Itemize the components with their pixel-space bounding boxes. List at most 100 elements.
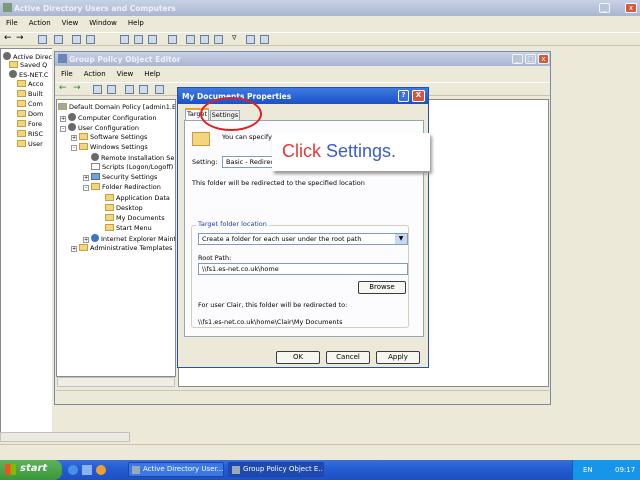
ie-icon	[91, 234, 99, 242]
gpo-tree-root[interactable]: Default Domain Policy [admin1.ES-N	[58, 103, 175, 111]
gpo-maximize-button[interactable]: □	[525, 54, 536, 64]
refresh-icon[interactable]	[139, 85, 148, 94]
gpo-menu-help[interactable]: Help	[144, 70, 160, 78]
add-to-group-icon[interactable]	[246, 35, 255, 44]
menu-window[interactable]: Window	[89, 19, 117, 27]
menu-file[interactable]: File	[6, 19, 18, 27]
gpo-close-button[interactable]: x	[538, 54, 549, 64]
help-icon[interactable]	[155, 85, 164, 94]
up-icon[interactable]	[93, 85, 102, 94]
tree-remote-installation[interactable]: Remote Installation Ser	[91, 153, 175, 162]
dialog-close-button[interactable]: X	[412, 90, 425, 102]
gpo-menu-view[interactable]: View	[117, 70, 134, 78]
folder-icon	[105, 224, 114, 231]
callout-prefix: Click	[282, 141, 321, 161]
show-tree-icon[interactable]	[107, 85, 116, 94]
gpo-menu-action[interactable]: Action	[84, 70, 106, 78]
tree-item[interactable]: Saved Q	[9, 61, 47, 69]
forward-icon[interactable]: →	[73, 83, 82, 93]
tree-item[interactable]: Fore	[17, 120, 42, 128]
tree-root[interactable]: Active Direct	[3, 52, 52, 61]
language-indicator[interactable]: EN	[583, 466, 593, 474]
gpo-tree: Default Domain Policy [admin1.ES-N + Comp…	[56, 99, 176, 377]
cancel-button[interactable]: Cancel	[326, 351, 370, 364]
menu-action[interactable]: Action	[29, 19, 51, 27]
minimize-button[interactable]: _	[599, 3, 610, 13]
dialog-help-button[interactable]: ?	[398, 90, 409, 102]
new-group-icon[interactable]	[200, 35, 209, 44]
expand-icon[interactable]: +	[71, 246, 77, 252]
folder-icon	[17, 100, 26, 107]
start-button[interactable]: start	[0, 460, 62, 480]
show-tree-icon[interactable]	[54, 35, 63, 44]
tree-start-menu[interactable]: Start Menu	[105, 224, 152, 232]
forward-icon[interactable]: →	[16, 33, 25, 43]
collapse-icon[interactable]: -	[60, 126, 66, 132]
find-icon[interactable]	[260, 35, 269, 44]
tree-administrative-templates[interactable]: + Administrative Templates	[71, 244, 172, 252]
expand-icon[interactable]: +	[83, 175, 89, 181]
dropdown-arrow-icon[interactable]: ▼	[395, 234, 407, 244]
tree-item[interactable]: Acco	[17, 80, 43, 88]
computer-icon	[68, 113, 76, 121]
refresh-icon[interactable]	[134, 35, 143, 44]
menu-view[interactable]: View	[62, 19, 79, 27]
properties-icon[interactable]	[125, 85, 134, 94]
delete-icon[interactable]	[86, 35, 95, 44]
folder-icon	[17, 130, 26, 137]
tree-security-settings[interactable]: + Security Settings	[83, 173, 157, 181]
aduc-hscrollbar[interactable]	[0, 432, 130, 442]
gpo-menu-file[interactable]: File	[61, 70, 73, 78]
folder-icon	[17, 90, 26, 97]
cut-icon[interactable]	[72, 35, 81, 44]
help-icon[interactable]	[168, 35, 177, 44]
back-icon[interactable]: ←	[4, 33, 13, 43]
app-icon	[3, 3, 12, 12]
tree-internet-explorer[interactable]: + Internet Explorer Maint	[83, 234, 175, 243]
expand-icon[interactable]: +	[71, 135, 77, 141]
quicklaunch-desktop-icon[interactable]	[82, 465, 92, 475]
tree-item[interactable]: ES-NET.C	[9, 70, 48, 79]
gpo-minimize-button[interactable]: _	[512, 54, 523, 64]
up-icon[interactable]	[38, 35, 47, 44]
menu-help[interactable]: Help	[128, 19, 144, 27]
new-user-icon[interactable]	[186, 35, 195, 44]
location-select[interactable]: Create a folder for each user under the …	[198, 233, 408, 245]
export-icon[interactable]	[148, 35, 157, 44]
expand-icon[interactable]: +	[60, 116, 66, 122]
quicklaunch-ie-icon[interactable]	[68, 465, 78, 475]
tree-item[interactable]: Built	[17, 90, 43, 98]
tree-item[interactable]: Com	[17, 100, 43, 108]
quicklaunch-media-icon[interactable]	[96, 465, 106, 475]
tree-computer-configuration[interactable]: + Computer Configuration	[60, 113, 156, 122]
gpo-tree-hscrollbar[interactable]	[57, 377, 175, 387]
root-path-input[interactable]: \\fs1.es-net.co.uk\home	[198, 263, 408, 275]
system-tray: EN 09:17	[572, 460, 640, 480]
tree-my-documents[interactable]: My Documents	[105, 214, 165, 222]
filter-icon[interactable]: ▿	[232, 33, 241, 43]
tree-application-data[interactable]: Application Data	[105, 194, 170, 202]
collapse-icon[interactable]: -	[83, 185, 89, 191]
expand-icon[interactable]: +	[83, 237, 89, 243]
properties-icon[interactable]	[120, 35, 129, 44]
tree-desktop[interactable]: Desktop	[105, 204, 143, 212]
collapse-icon[interactable]: -	[71, 145, 77, 151]
tree-software-settings[interactable]: + Software Settings	[71, 133, 147, 141]
folder-icon	[105, 204, 114, 211]
task-aduc[interactable]: Active Directory User...	[128, 462, 224, 477]
tree-windows-settings[interactable]: - Windows Settings	[71, 143, 148, 151]
ok-button[interactable]: OK	[276, 351, 320, 364]
tree-user-configuration[interactable]: - User Configuration	[60, 123, 139, 132]
back-icon[interactable]: ←	[59, 83, 68, 93]
apply-button[interactable]: Apply	[376, 351, 420, 364]
tree-item[interactable]: RISC	[17, 130, 43, 138]
tree-item[interactable]: User	[17, 140, 43, 148]
tree-scripts[interactable]: Scripts (Logon/Logoff)	[91, 163, 173, 171]
gpo-titlebar: Group Policy Object Editor	[55, 52, 550, 66]
browse-button[interactable]: Browse	[358, 281, 406, 294]
tree-item[interactable]: Dom	[17, 110, 43, 118]
new-ou-icon[interactable]	[214, 35, 223, 44]
task-gpo[interactable]: Group Policy Object E...	[228, 462, 324, 477]
tree-folder-redirection[interactable]: - Folder Redirection	[83, 183, 161, 191]
close-button[interactable]: x	[625, 3, 637, 13]
